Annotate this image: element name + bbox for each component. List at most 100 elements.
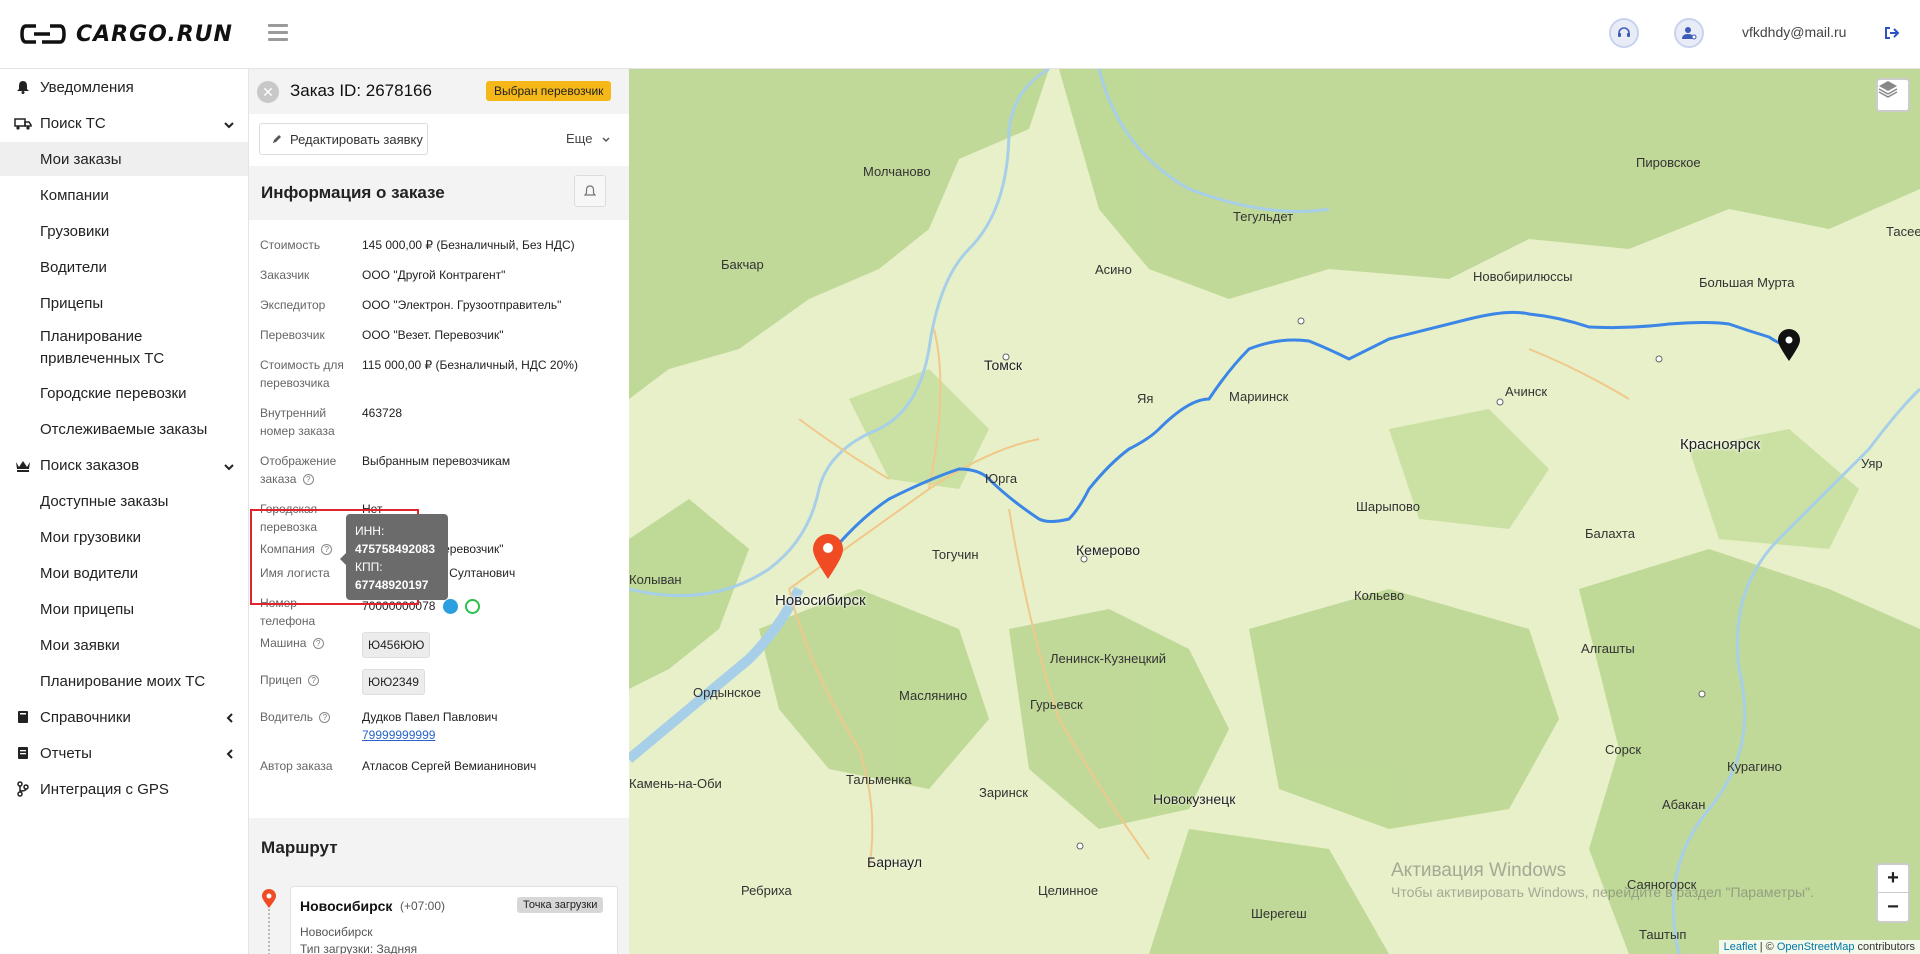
more-dropdown[interactable]: Еще — [566, 131, 610, 146]
sidebar-item-available-orders[interactable]: Доступные заказы — [0, 484, 248, 518]
map-label-barnaul: Барнаул — [867, 854, 922, 870]
sidebar-item-my-requests[interactable]: Мои заявки — [0, 628, 248, 662]
user-settings-icon[interactable] — [1674, 18, 1704, 48]
map-label-kemerovo: Кемерово — [1076, 542, 1140, 558]
help-icon[interactable]: ? — [302, 474, 314, 486]
route-map[interactable]: Новосибирск Красноярск Томск Кемерово Но… — [629, 69, 1920, 954]
order-info-title: Информация о заказе — [261, 183, 445, 202]
pencil-icon — [273, 135, 281, 143]
tooltip-inn-label: ИНН: — [355, 524, 385, 538]
whatsapp-icon[interactable] — [465, 599, 481, 615]
route-point-type-badge: Точка загрузки — [517, 897, 604, 913]
sidebar-item-reports[interactable]: Отчеты — [0, 736, 248, 770]
map-label-krasnoyarsk: Красноярск — [1680, 436, 1761, 453]
order-panel: ✕ Заказ ID: 2678166 Выбран перевозчик Ре… — [249, 69, 629, 954]
layers-control[interactable] — [1876, 78, 1910, 112]
close-icon[interactable]: ✕ — [257, 81, 279, 103]
integration-icon — [14, 781, 32, 797]
forwarder-value: ООО "Электрон. Грузоотправитель" — [362, 298, 562, 312]
order-header: ✕ Заказ ID: 2678166 Выбран перевозчик — [249, 69, 629, 114]
logout-icon[interactable] — [1884, 25, 1900, 44]
map-label-ordynskoe: Ордынское — [693, 685, 761, 700]
zoom-control: + − — [1876, 863, 1910, 923]
order-info-header: Информация о заказе — [249, 166, 629, 220]
zoom-out-button[interactable]: − — [1878, 893, 1908, 921]
windows-activation-title: Активация Windows — [1391, 860, 1567, 881]
route-header: Маршрут — [249, 818, 629, 874]
map-label-achinsk: Ачинск — [1505, 384, 1548, 399]
sidebar-item-my-orders[interactable]: Мои заказы — [0, 142, 248, 176]
help-icon[interactable]: ? — [312, 638, 324, 650]
start-marker-icon[interactable] — [813, 534, 843, 579]
sidebar-item-companies[interactable]: Компании — [0, 178, 248, 212]
map-label-balakhta: Балахта — [1585, 526, 1635, 541]
sidebar-item-city-transport[interactable]: Городские перевозки — [0, 376, 248, 410]
sidebar-item-my-trucks[interactable]: Мои грузовики — [0, 520, 248, 554]
customer-value: ООО "Другой Контрагент" — [362, 268, 506, 282]
sidebar-item-label: Мои водители — [40, 564, 139, 582]
sidebar-item-trailers[interactable]: Прицепы — [0, 286, 248, 320]
telegram-icon[interactable] — [442, 599, 458, 615]
company-tooltip: ИНН: 475758492083 КПП: 67748920197 — [346, 514, 448, 600]
zoom-in-button[interactable]: + — [1878, 865, 1908, 893]
sidebar-item-drivers[interactable]: Водители — [0, 250, 248, 284]
sidebar-item-trucks[interactable]: Грузовики — [0, 214, 248, 248]
user-email[interactable]: vfkdhdy@mail.ru — [1742, 24, 1846, 40]
logo-text: CARGO.RUN — [76, 21, 233, 47]
map-label-tselinnoe: Целинное — [1038, 883, 1099, 898]
route-point-timezone: (+07:00) — [400, 899, 446, 913]
map-label-kamen: Камень-на-Оби — [629, 776, 722, 791]
sidebar-item-label: Отслеживаемые заказы — [40, 420, 208, 438]
end-marker-icon[interactable] — [1778, 329, 1800, 361]
internal-number-label: Внутренний номер заказа — [260, 406, 335, 438]
sidebar-item-label: Планирование привлеченных ТС — [40, 328, 165, 367]
menu-toggle-icon[interactable] — [268, 24, 288, 41]
subscribe-bell-button[interactable] — [574, 175, 606, 207]
map-label-asino: Асино — [1095, 262, 1132, 277]
sidebar-item-label: Поиск заказов — [40, 456, 140, 474]
sidebar-item-directories[interactable]: Справочники — [0, 700, 248, 734]
route-title: Маршрут — [261, 838, 338, 857]
osm-link[interactable]: OpenStreetMap — [1777, 941, 1855, 953]
route-point-city: Новосибирск — [300, 898, 393, 914]
chevron-left-icon — [226, 710, 234, 727]
support-headset-icon[interactable] — [1609, 18, 1639, 48]
map-label-pirovskoe: Пировское — [1636, 155, 1701, 170]
windows-activation-subtitle: Чтобы активировать Windows, перейдите в … — [1391, 884, 1814, 900]
logo-mark-icon — [20, 24, 66, 44]
help-icon[interactable]: ? — [308, 675, 320, 687]
sidebar-item-label: Уведомления — [40, 78, 134, 96]
help-icon[interactable]: ? — [319, 712, 331, 724]
sidebar-item-my-vehicle-planning[interactable]: Планирование моих ТС — [0, 664, 248, 698]
trailer-plate[interactable]: ЮЮ2349 — [362, 669, 425, 695]
edit-order-button[interactable]: Редактировать заявку — [259, 123, 428, 155]
route-point-load-type: Тип загрузки: Задняя — [300, 942, 418, 954]
sidebar-item-my-trailers[interactable]: Мои прицепы — [0, 592, 248, 626]
map-label-bakchar: Бакчар — [721, 257, 764, 272]
sidebar-item-notifications[interactable]: Уведомления — [0, 70, 248, 104]
author-value: Атласов Сергей Вемианинович — [362, 759, 537, 773]
sidebar-item-tracked-orders[interactable]: Отслеживаемые заказы — [0, 412, 248, 446]
map-label-abakan: Абакан — [1662, 797, 1706, 812]
sidebar-item-order-search[interactable]: Поиск заказов — [0, 448, 248, 482]
map-label-novokuznetsk: Новокузнецк — [1153, 791, 1236, 807]
sidebar-item-label: Мои заявки — [40, 636, 120, 654]
sidebar-item-my-drivers[interactable]: Мои водители — [0, 556, 248, 590]
top-header: CARGO.RUN vfkdhdy@mail.ru — [0, 0, 1920, 69]
leaflet-link[interactable]: Leaflet — [1724, 941, 1757, 953]
driver-phone-link[interactable]: 79999999999 — [362, 728, 435, 742]
cost-label: Стоимость — [260, 238, 321, 252]
cargo-run-logo[interactable]: CARGO.RUN — [20, 18, 233, 50]
customer-label: Заказчик — [260, 268, 310, 282]
map-label-zarinsk: Заринск — [979, 785, 1028, 800]
truck-plate[interactable]: Ю456ЮЮ — [362, 632, 431, 658]
sidebar-item-gps-integration[interactable]: Интеграция с GPS — [0, 772, 248, 806]
sidebar-item-vehicle-search[interactable]: Поиск ТС — [0, 106, 248, 140]
map-label-kopevo: Кольево — [1354, 588, 1405, 603]
sidebar-item-label: Доступные заказы — [40, 492, 169, 510]
sidebar-item-planning-hired[interactable]: Планирование привлеченных ТС — [0, 324, 200, 372]
carrier-cost-label: Стоимость для перевозчика — [260, 358, 344, 390]
route-point-card[interactable]: Новосибирск (+07:00) Точка загрузки Ново… — [290, 886, 618, 954]
map-label-toguchin: Тогучин — [932, 547, 979, 562]
map-label-sharypovo: Шарыпово — [1356, 499, 1420, 514]
